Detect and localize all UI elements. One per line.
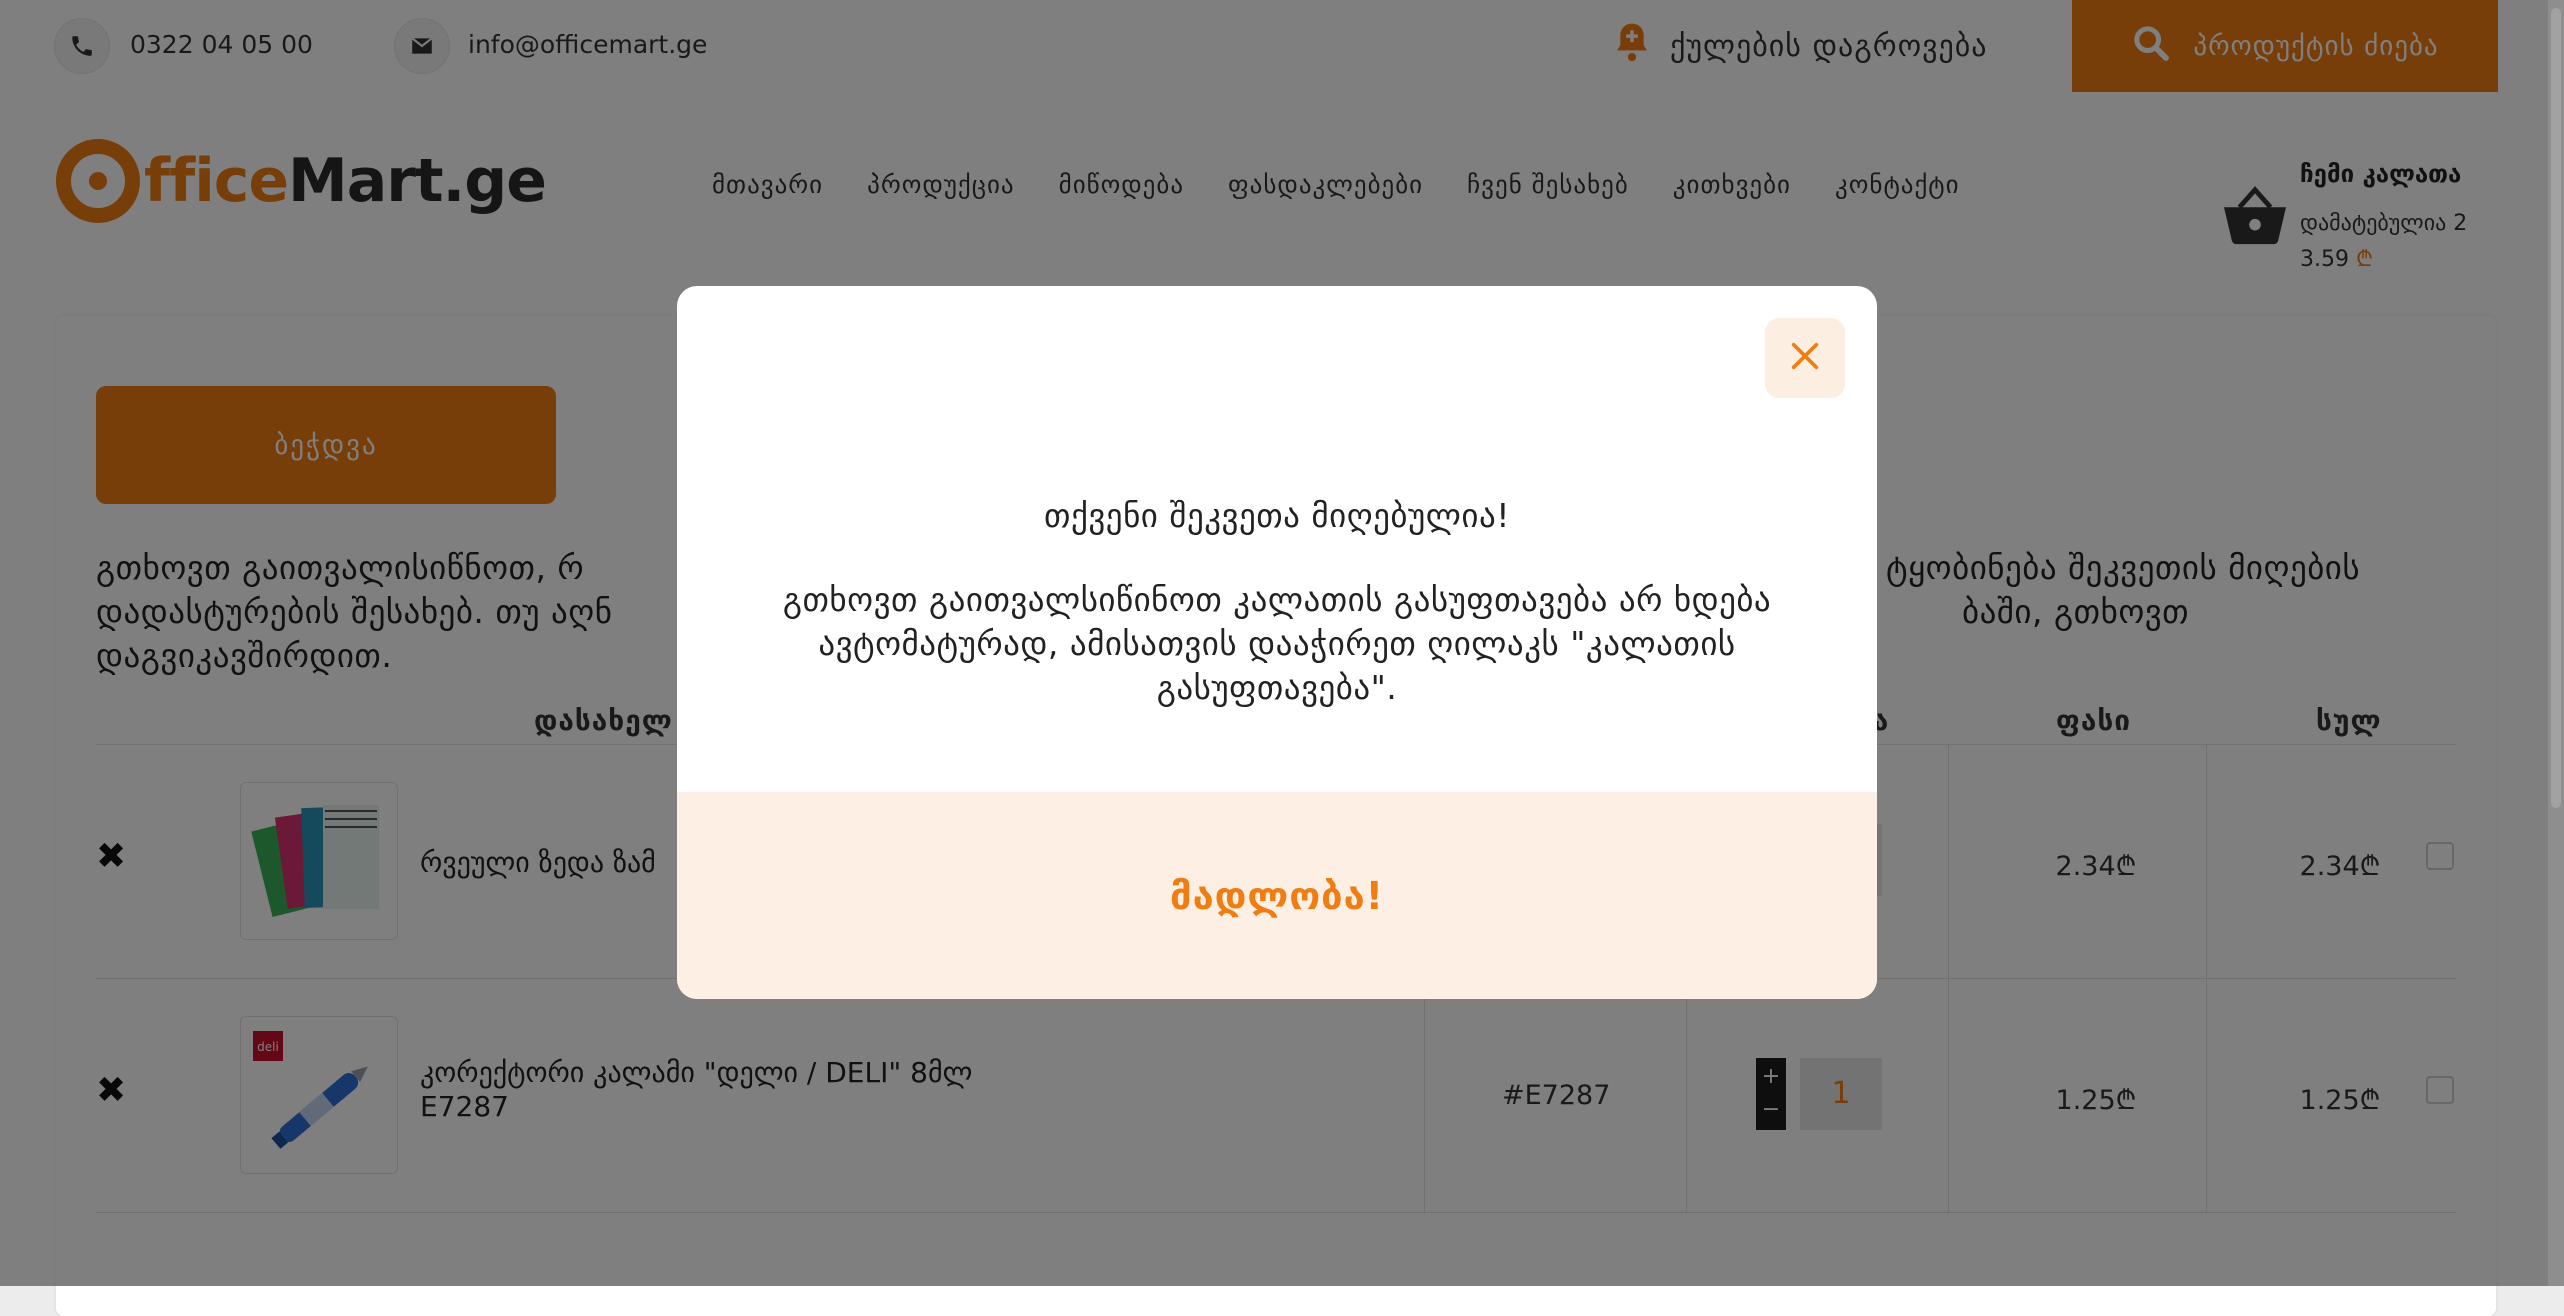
- modal-message: გთხოვთ გაითვალსიწინოთ კალათის გასუფთავებ…: [782, 580, 1772, 707]
- modal-footer: მადლობა!: [677, 792, 1877, 999]
- close-modal-button[interactable]: [1765, 318, 1845, 398]
- close-icon: [1788, 339, 1822, 377]
- order-confirmation-modal: თქვენი შეკვეთა მიღებულია! გთხოვთ გაითვალ…: [677, 286, 1877, 999]
- scrollbar-thumb[interactable]: [2551, 8, 2561, 808]
- thanks-button[interactable]: მადლობა!: [1170, 874, 1384, 918]
- modal-title: თქვენი შეკვეთა მიღებულია!: [1044, 496, 1510, 535]
- scrollbar[interactable]: [2548, 0, 2564, 1286]
